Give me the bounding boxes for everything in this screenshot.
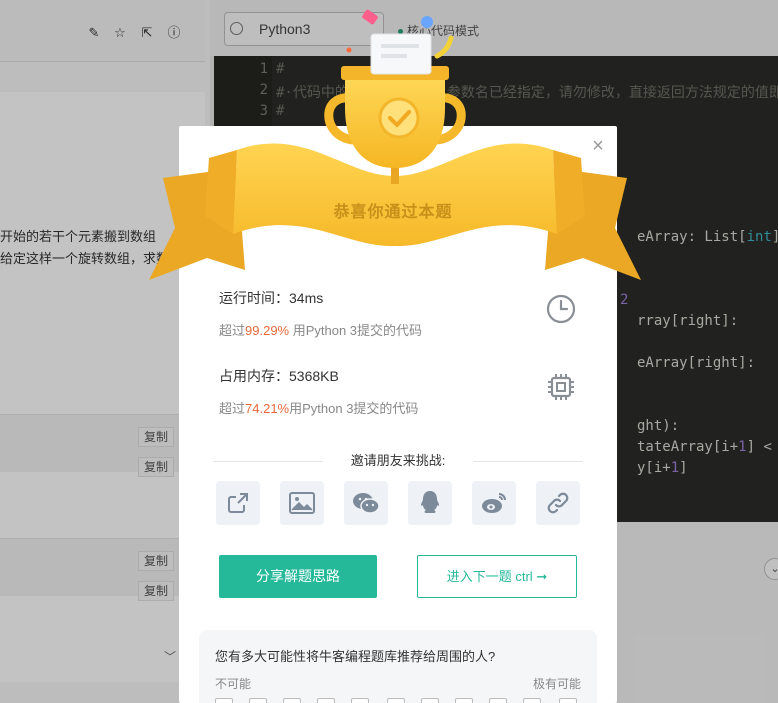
next-problem-button[interactable]: 进入下一题 ctrl ➞ <box>417 555 577 598</box>
survey-option[interactable] <box>215 698 233 703</box>
share-weibo-button[interactable] <box>472 481 516 525</box>
banner-title: 恭喜你通过本题 <box>333 204 453 221</box>
survey-question: 您有多大可能性将牛客编程题库推荐给周围的人? <box>215 649 496 664</box>
survey-high-label: 极有可能 <box>532 677 581 691</box>
runtime-label: 运行时间：34ms <box>219 290 324 306</box>
share-qq-button[interactable] <box>408 481 452 525</box>
invite-heading: 邀请朋友来挑战: <box>213 452 583 470</box>
share-solution-button[interactable]: 分享解题思路 <box>219 555 377 598</box>
medal-icon <box>378 97 420 139</box>
trophy-banner <box>149 9 641 280</box>
survey-option[interactable] <box>523 698 541 703</box>
share-wechat-button[interactable] <box>344 481 388 525</box>
wechat-icon <box>353 493 380 514</box>
divider <box>473 461 583 462</box>
memory-percent: 74.21% <box>245 401 290 416</box>
runtime-percent: 99.29% <box>245 323 290 338</box>
memory-label: 占用内存：5368KB <box>219 368 339 384</box>
clock-icon <box>546 294 576 324</box>
survey-option[interactable] <box>317 698 335 703</box>
link-icon <box>547 492 569 514</box>
survey-option[interactable] <box>351 698 369 703</box>
divider <box>213 461 323 462</box>
share-row <box>216 481 586 525</box>
runtime-rank: 超过99.29% 用Python 3提交的代码 <box>219 323 423 338</box>
image-icon <box>289 492 315 514</box>
next-problem-label: 进入下一题 ctrl <box>446 569 533 584</box>
confetti-icon <box>434 35 454 59</box>
confetti-icon <box>346 47 352 53</box>
confetti-icon <box>362 9 378 25</box>
share-out-button[interactable] <box>216 481 260 525</box>
recommend-survey: 您有多大可能性将牛客编程题库推荐给周围的人? 不可能 极有可能 <box>199 630 597 703</box>
survey-option[interactable] <box>559 698 577 703</box>
invite-title: 邀请朋友来挑战: <box>350 453 446 468</box>
arrow-right-icon: ➞ <box>536 569 548 584</box>
survey-option[interactable] <box>249 698 267 703</box>
survey-low-label: 不可能 <box>215 677 252 691</box>
survey-option[interactable] <box>489 698 507 703</box>
runtime-stat: 运行时间：34ms 超过99.29% 用Python 3提交的代码 <box>219 288 422 339</box>
share-link-button[interactable] <box>536 481 580 525</box>
survey-option[interactable] <box>387 698 405 703</box>
memory-stat: 占用内存：5368KB 超过74.21%用Python 3提交的代码 <box>219 366 418 417</box>
survey-option[interactable] <box>283 698 301 703</box>
paper-line <box>381 44 419 48</box>
share-out-icon <box>228 493 248 513</box>
chip-icon <box>548 374 574 400</box>
share-image-button[interactable] <box>280 481 324 525</box>
survey-option[interactable] <box>455 698 473 703</box>
qq-icon <box>421 491 439 513</box>
survey-option[interactable] <box>421 698 439 703</box>
confetti-icon <box>421 16 433 28</box>
weibo-icon <box>482 493 506 513</box>
memory-rank: 超过74.21%用Python 3提交的代码 <box>219 401 419 416</box>
paper-line <box>381 54 407 58</box>
